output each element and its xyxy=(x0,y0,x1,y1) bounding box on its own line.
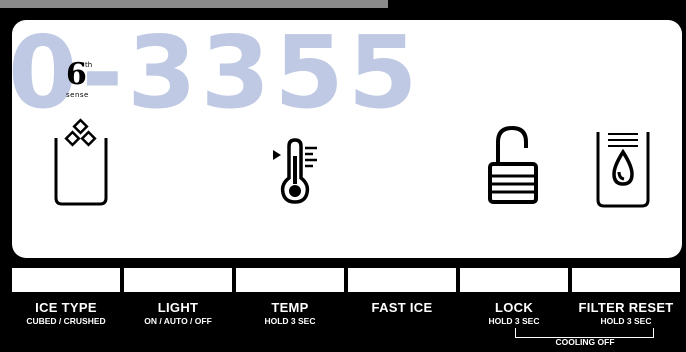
button-labels: ICE TYPE CUBED / CRUSHED LIGHT ON / AUTO… xyxy=(12,300,680,327)
light-label: LIGHT ON / AUTO / OFF xyxy=(124,300,232,327)
filter-reset-title: FILTER RESET xyxy=(578,300,674,315)
lock-label: LOCK HOLD 3 SEC xyxy=(460,300,568,327)
filter-reset-subtitle: HOLD 3 SEC xyxy=(600,316,652,326)
logo-number: 6 xyxy=(66,57,87,92)
filter-reset-label: FILTER RESET HOLD 3 SEC xyxy=(572,300,680,327)
filter-reset-button[interactable] xyxy=(572,268,680,292)
display-panel: 0-3355 6 th sense xyxy=(12,20,682,258)
fast-ice-title: FAST ICE xyxy=(371,300,433,315)
logo-word: sense xyxy=(66,91,89,99)
top-bezel-edge xyxy=(0,0,388,8)
fast-ice-button[interactable] xyxy=(348,268,456,292)
ice-type-button[interactable] xyxy=(12,268,120,292)
temp-subtitle: HOLD 3 SEC xyxy=(264,316,316,326)
thermometer-icon xyxy=(273,138,317,204)
lock-subtitle: HOLD 3 SEC xyxy=(488,316,540,326)
logo-superscript: th xyxy=(85,61,93,69)
ice-type-subtitle: CUBED / CRUSHED xyxy=(26,316,106,326)
temp-label: TEMP HOLD 3 SEC xyxy=(236,300,344,327)
lock-title: LOCK xyxy=(494,300,534,315)
ice-type-label: ICE TYPE CUBED / CRUSHED xyxy=(12,300,120,327)
light-button[interactable] xyxy=(124,268,232,292)
temp-title: TEMP xyxy=(271,300,309,315)
fast-ice-label: FAST ICE xyxy=(348,300,456,327)
temp-button[interactable] xyxy=(236,268,344,292)
ice-cup-icon xyxy=(54,118,108,206)
cooling-off-label: COOLING OFF xyxy=(555,337,615,347)
sixth-sense-logo: 6 th sense xyxy=(66,57,106,107)
padlock-icon xyxy=(488,125,538,204)
light-subtitle: ON / AUTO / OFF xyxy=(144,316,212,326)
ice-type-title: ICE TYPE xyxy=(35,300,97,315)
filter-cup-icon xyxy=(596,132,650,208)
button-row xyxy=(12,268,680,292)
lock-button[interactable] xyxy=(460,268,568,292)
light-title: LIGHT xyxy=(157,300,199,315)
